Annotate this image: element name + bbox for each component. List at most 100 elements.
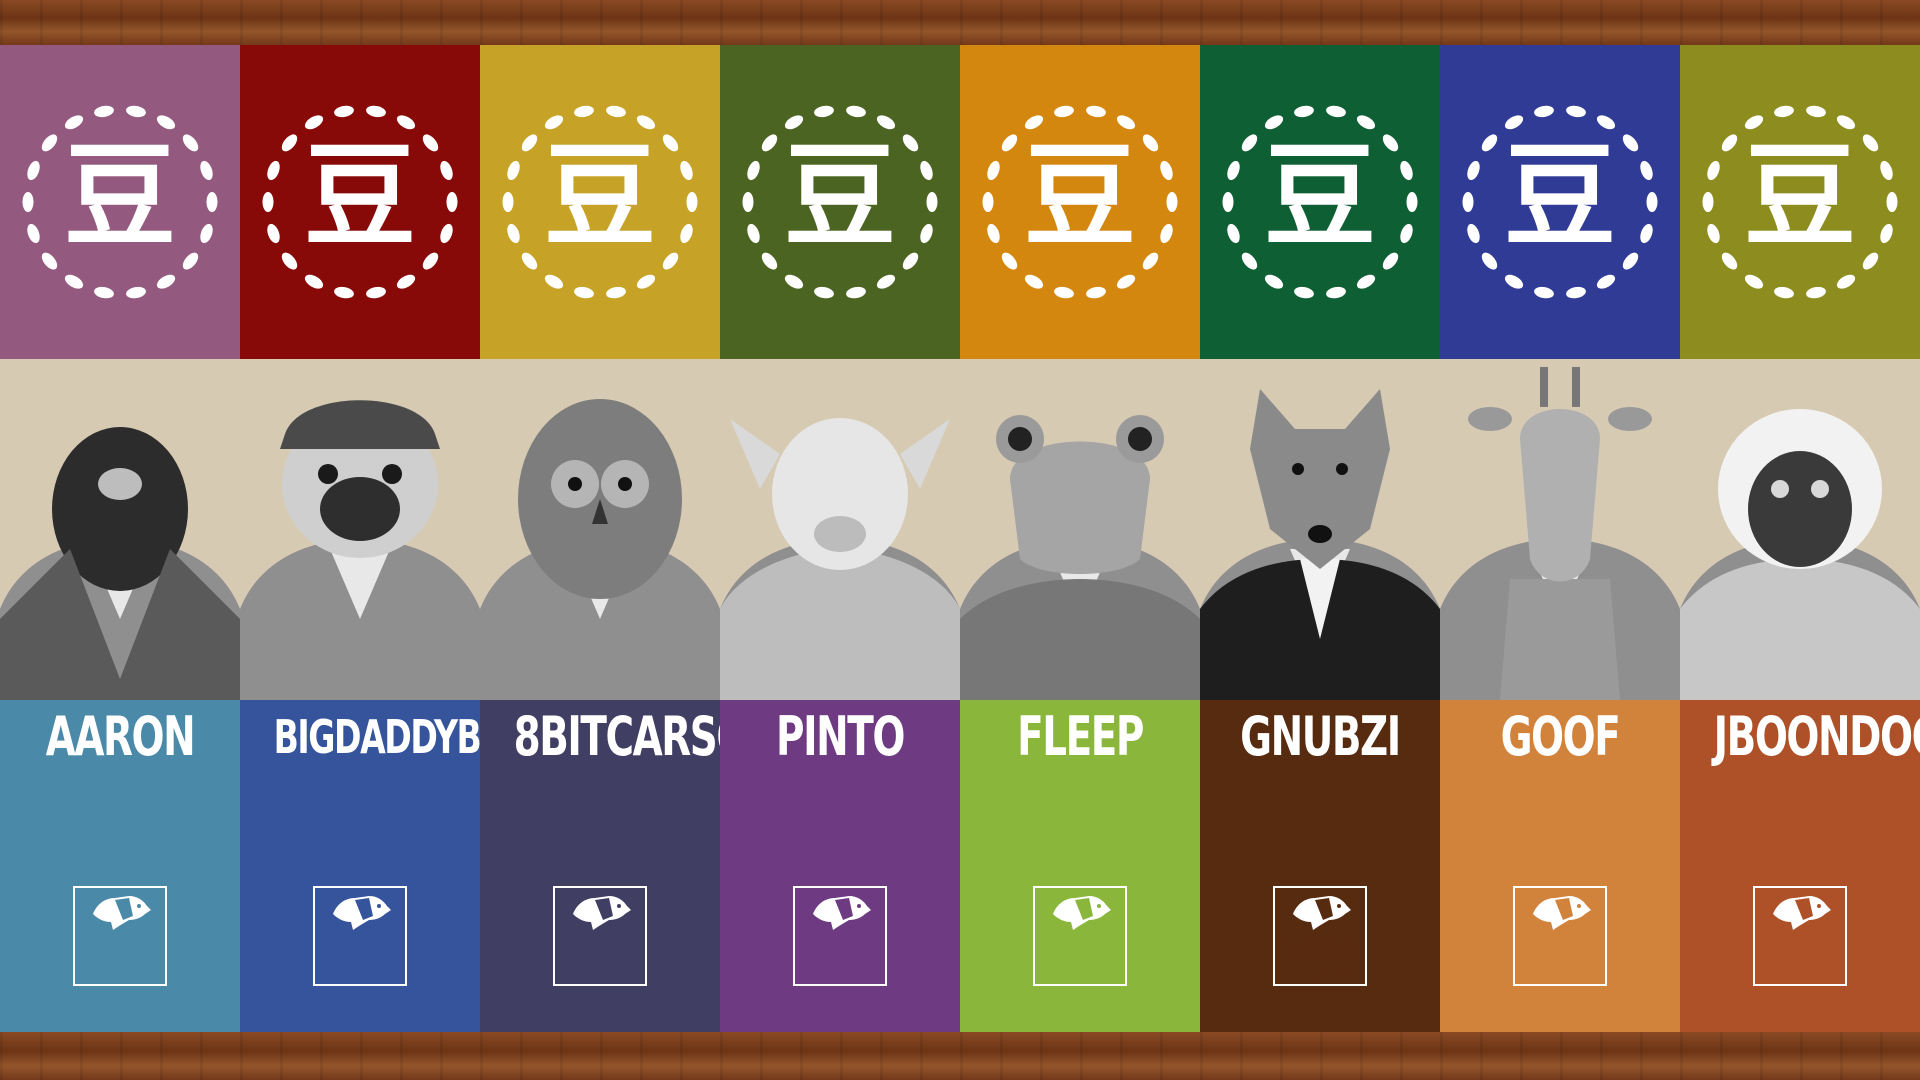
wildlife-trusts-logo: THE wildlife TRUSTS bbox=[553, 886, 647, 986]
logo-trusts: TRUSTS bbox=[90, 966, 150, 983]
name-panel: BIGDADDYBEANS THE wildlife TRUSTS bbox=[240, 700, 576, 1032]
svg-text:豆: 豆 bbox=[1024, 131, 1136, 262]
logo-trusts: TRUSTS bbox=[1530, 966, 1590, 983]
logo-wildlife: wildlife bbox=[84, 935, 159, 965]
bean-seal-panel: 豆 bbox=[720, 45, 960, 359]
wildlife-trusts-logo: THE wildlife TRUSTS bbox=[1753, 886, 1847, 986]
player-name: 8BITCARSON bbox=[513, 705, 781, 768]
animal-portrait bbox=[240, 359, 480, 700]
wildlife-trusts-logo: THE wildlife TRUSTS bbox=[1033, 886, 1127, 986]
player-column-7: 豆 GOOF THE wildlife TRUSTS bbox=[1440, 45, 1680, 1032]
name-panel: GNUBZI THE wildlife TRUSTS bbox=[1200, 700, 1440, 1032]
player-name: GNUBZI bbox=[1240, 705, 1401, 768]
badger-icon bbox=[1293, 896, 1351, 930]
player-column-4: 豆 PINTO THE wildlife TRUSTS bbox=[720, 45, 960, 1032]
bean-seal-panel: 豆 bbox=[1200, 45, 1440, 359]
name-board: 豆 AARON THE wildlife TRUSTS 豆 BIGDADDYBE… bbox=[0, 45, 1920, 1032]
player-name: PINTO bbox=[776, 705, 905, 768]
logo-wildlife: wildlife bbox=[564, 935, 639, 965]
bean-seal-panel: 豆 bbox=[1440, 45, 1680, 359]
logo-wildlife: wildlife bbox=[1284, 935, 1359, 965]
wood-frame-top bbox=[0, 0, 1920, 45]
penguin-portrait bbox=[0, 427, 240, 700]
name-panel: 8BITCARSON THE wildlife TRUSTS bbox=[480, 700, 781, 1032]
svg-text:豆: 豆 bbox=[544, 131, 656, 262]
logo-trusts: TRUSTS bbox=[1050, 966, 1110, 983]
logo-wildlife: wildlife bbox=[1764, 935, 1839, 965]
bean-seal-panel: 豆 bbox=[960, 45, 1200, 359]
player-name: GOOF bbox=[1500, 705, 1621, 768]
bean-seal-icon: 豆 bbox=[1222, 105, 1418, 299]
svg-text:豆: 豆 bbox=[784, 131, 896, 262]
logo-trusts: TRUSTS bbox=[1290, 966, 1350, 983]
wildlife-trusts-logo: THE wildlife TRUSTS bbox=[793, 886, 887, 986]
bean-seal-icon: 豆 bbox=[1702, 105, 1898, 299]
player-column-5: 豆 FLEEP THE wildlife TRUSTS bbox=[960, 45, 1200, 1032]
player-name: JBOONDOCK bbox=[1713, 705, 1920, 768]
player-name: AARON bbox=[45, 705, 196, 768]
name-panel: PINTO THE wildlife TRUSTS bbox=[720, 700, 960, 1032]
player-column-6: 豆 GNUBZI THE wildlife TRUSTS bbox=[1200, 45, 1440, 1032]
name-panel: JBOONDOCK THE wildlife TRUSTS bbox=[1680, 700, 1920, 1032]
player-name: BIGDADDYBEANS bbox=[273, 710, 576, 764]
bean-seal-icon: 豆 bbox=[262, 105, 458, 299]
svg-text:豆: 豆 bbox=[1504, 131, 1616, 262]
owl-portrait bbox=[480, 399, 720, 700]
frog-portrait bbox=[960, 415, 1200, 700]
wood-frame-bottom bbox=[0, 1032, 1920, 1080]
name-panel: GOOF THE wildlife TRUSTS bbox=[1440, 700, 1680, 1032]
name-panel: FLEEP THE wildlife TRUSTS bbox=[960, 700, 1200, 1032]
lemur-portrait bbox=[1680, 409, 1920, 700]
pig-portrait bbox=[720, 418, 960, 700]
badger-icon bbox=[333, 896, 391, 930]
logo-wildlife: wildlife bbox=[1524, 935, 1599, 965]
logo-trusts: TRUSTS bbox=[570, 966, 630, 983]
logo-wildlife: wildlife bbox=[1044, 935, 1119, 965]
badger-icon bbox=[813, 896, 871, 930]
bean-seal-panel: 豆 bbox=[0, 45, 240, 359]
animal-portrait bbox=[480, 359, 720, 700]
animal-portrait bbox=[1440, 359, 1680, 700]
animal-portrait bbox=[720, 359, 960, 700]
svg-text:豆: 豆 bbox=[1744, 131, 1856, 262]
bean-seal-icon: 豆 bbox=[982, 105, 1178, 299]
wildlife-trusts-logo: THE wildlife TRUSTS bbox=[313, 886, 407, 986]
player-name: FLEEP bbox=[1017, 705, 1144, 768]
animal-portrait bbox=[1200, 359, 1440, 700]
wolf-portrait bbox=[1200, 389, 1440, 700]
pug-portrait bbox=[240, 400, 480, 700]
badger-icon bbox=[93, 896, 151, 930]
wildlife-trusts-logo: THE wildlife TRUSTS bbox=[1273, 886, 1367, 986]
bean-seal-icon: 豆 bbox=[502, 105, 698, 299]
wildlife-trusts-logo: THE wildlife TRUSTS bbox=[1513, 886, 1607, 986]
player-column-1: 豆 AARON THE wildlife TRUSTS bbox=[0, 45, 240, 1032]
bean-seal-icon: 豆 bbox=[1462, 105, 1658, 299]
svg-text:豆: 豆 bbox=[304, 131, 416, 262]
player-column-8: 豆 JBOONDOCK THE wildlife TRUSTS bbox=[1680, 45, 1920, 1032]
bean-seal-icon: 豆 bbox=[22, 105, 218, 299]
svg-text:豆: 豆 bbox=[64, 131, 176, 262]
animal-portrait bbox=[960, 359, 1200, 700]
logo-trusts: TRUSTS bbox=[1770, 966, 1830, 983]
badger-icon bbox=[1053, 896, 1111, 930]
bean-seal-panel: 豆 bbox=[480, 45, 720, 359]
logo-wildlife: wildlife bbox=[804, 935, 879, 965]
wildlife-trusts-logo: THE wildlife TRUSTS bbox=[73, 886, 167, 986]
animal-portrait bbox=[0, 359, 240, 700]
giraffe-portrait bbox=[1440, 367, 1680, 700]
logo-trusts: TRUSTS bbox=[330, 966, 390, 983]
logo-trusts: TRUSTS bbox=[810, 966, 870, 983]
svg-text:豆: 豆 bbox=[1264, 131, 1376, 262]
columns-row: 豆 AARON THE wildlife TRUSTS 豆 BIGDADDYBE… bbox=[0, 45, 1920, 1032]
player-column-2: 豆 BIGDADDYBEANS THE wildlife TRUSTS bbox=[240, 45, 576, 1032]
bean-seal-panel: 豆 bbox=[1680, 45, 1920, 359]
bean-seal-icon: 豆 bbox=[742, 105, 938, 299]
player-column-3: 豆 8BITCARSON THE wildlife TRUSTS bbox=[480, 45, 781, 1032]
badger-icon bbox=[1773, 896, 1831, 930]
bean-seal-panel: 豆 bbox=[240, 45, 480, 359]
name-panel: AARON THE wildlife TRUSTS bbox=[0, 700, 240, 1032]
logo-wildlife: wildlife bbox=[324, 935, 399, 965]
badger-icon bbox=[573, 896, 631, 930]
animal-portrait bbox=[1680, 359, 1920, 700]
badger-icon bbox=[1533, 896, 1591, 930]
